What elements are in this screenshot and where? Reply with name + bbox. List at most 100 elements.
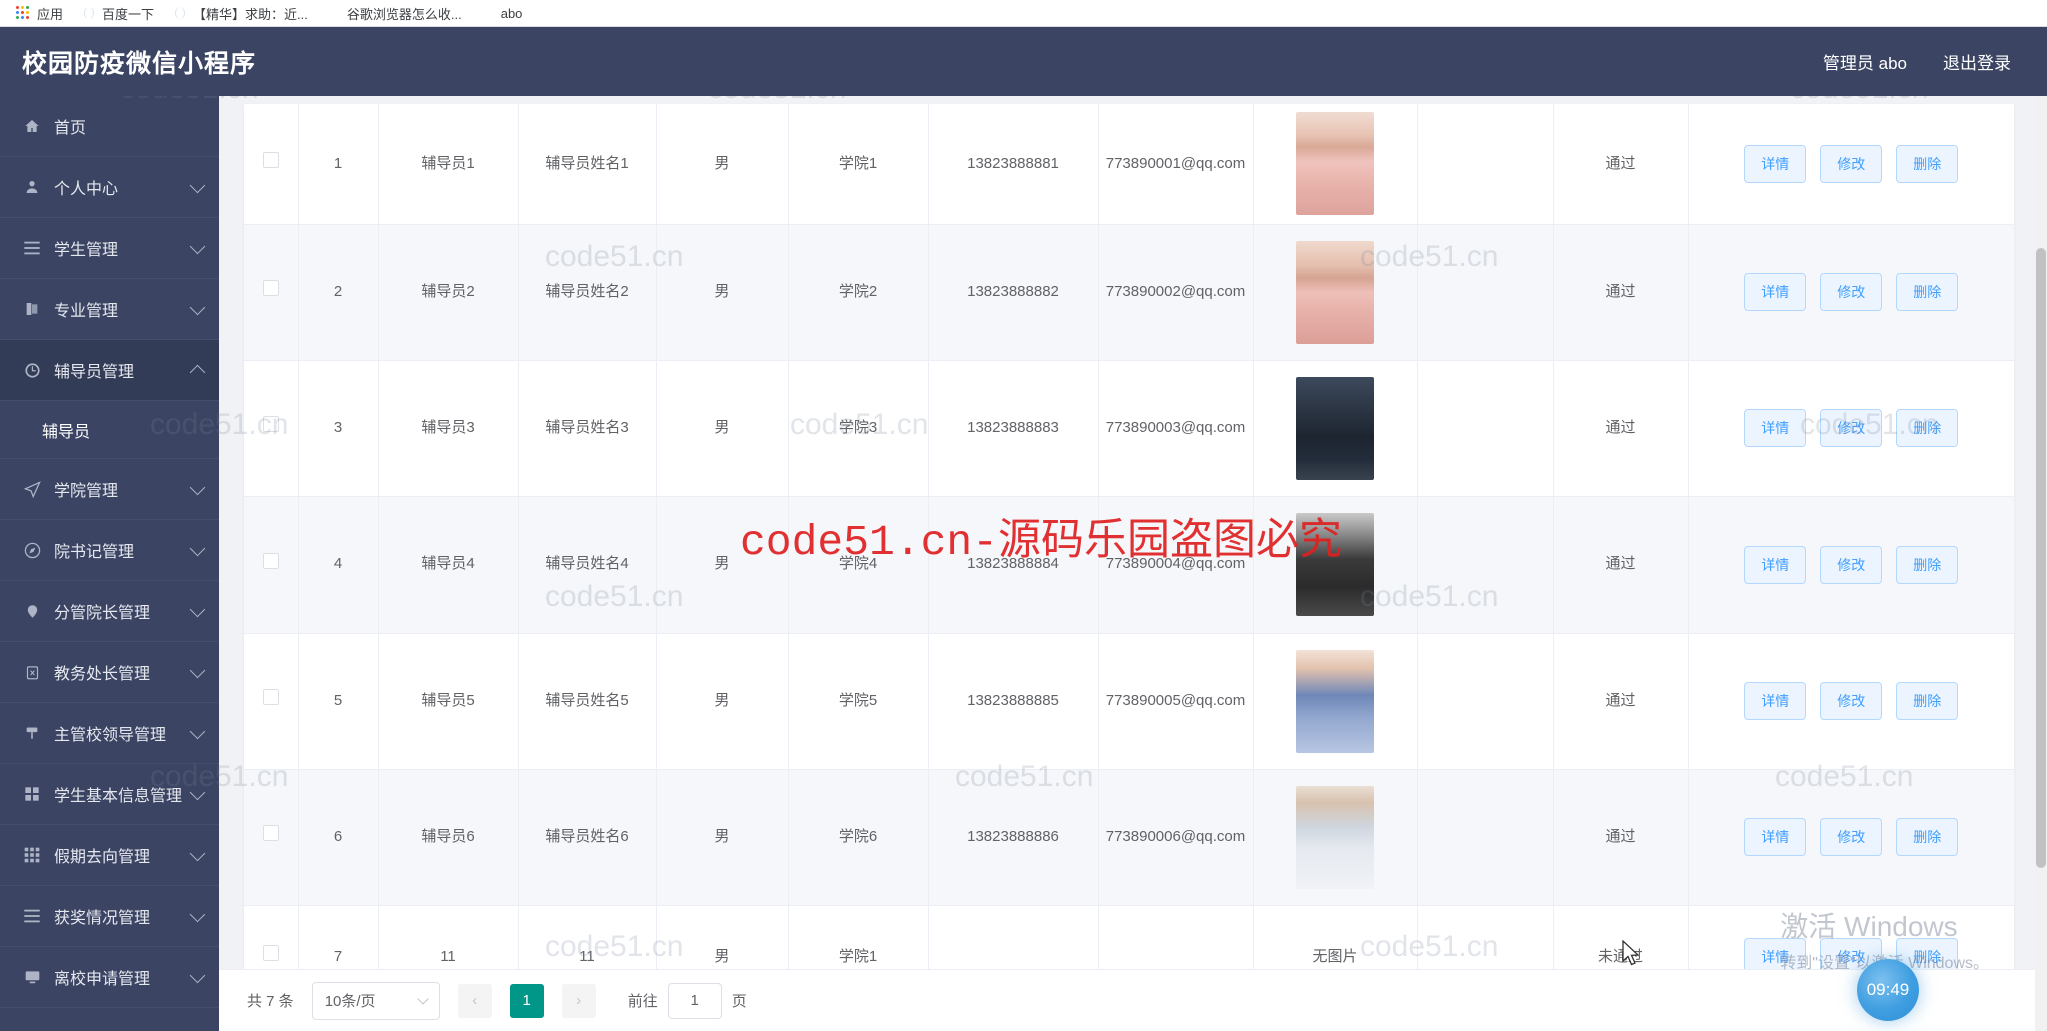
- delete-button[interactable]: 删除: [1896, 273, 1959, 311]
- sidebar-item-major-mgmt[interactable]: 专业管理: [0, 279, 219, 340]
- row-select-cell[interactable]: [244, 769, 299, 906]
- sidebar-item-secretary-mgmt[interactable]: 院书记管理: [0, 520, 219, 581]
- chevron-down-icon: [189, 601, 206, 617]
- row-select-cell[interactable]: [244, 496, 299, 634]
- page-size-select[interactable]: 10条/页: [311, 981, 440, 1020]
- table-row[interactable]: 5 辅导员5 辅导员姓名5 男 学院5 13823888885 77389000…: [244, 633, 2014, 770]
- cell-college: 学院4: [788, 496, 929, 634]
- cell-email: 773890001@qq.com: [1098, 104, 1254, 225]
- detail-button[interactable]: 详情: [1744, 273, 1807, 311]
- page-number-1[interactable]: 1: [509, 983, 544, 1018]
- sidebar-item-holiday-destination-mgmt[interactable]: 假期去向管理: [0, 825, 219, 886]
- cell-phone: 13823888883: [928, 360, 1099, 497]
- delete-button[interactable]: 删除: [1896, 144, 1959, 183]
- header-actions: 管理员 abo 退出登录: [1823, 49, 2011, 74]
- sidebar-nav[interactable]: 首页 个人中心 学生管理 专业管理 辅导员管理 辅导员 学院管理 院书记管理 分…: [0, 96, 219, 1031]
- scrollbar-thumb[interactable]: [2036, 248, 2046, 868]
- sidebar-item-home[interactable]: 首页: [0, 96, 219, 157]
- row-checkbox[interactable]: [262, 552, 279, 569]
- chevron-down-icon: [189, 967, 206, 983]
- row-select-cell[interactable]: [244, 360, 299, 497]
- sidebar-item-label: 获奖情况管理: [54, 910, 151, 927]
- sidebar-item-student-mgmt[interactable]: 学生管理: [0, 218, 219, 279]
- sidebar-item-academic-director-mgmt[interactable]: 教务处长管理: [0, 642, 219, 703]
- detail-button[interactable]: 详情: [1744, 545, 1807, 584]
- detail-button[interactable]: 详情: [1744, 682, 1807, 720]
- delete-button[interactable]: 删除: [1896, 545, 1959, 584]
- row-checkbox[interactable]: [262, 152, 279, 168]
- status-badge: 通过: [1553, 633, 1689, 770]
- sidebar-item-leave-school-application-mgmt[interactable]: 离校申请管理: [0, 947, 219, 1008]
- cell-id: 2: [298, 224, 379, 361]
- row-select-cell[interactable]: [244, 633, 299, 770]
- next-page-button[interactable]: ›: [561, 983, 596, 1018]
- cell-email: 773890003@qq.com: [1098, 360, 1254, 497]
- edit-button[interactable]: 修改: [1820, 409, 1883, 447]
- bookmark-apps[interactable]: 应用: [8, 2, 71, 25]
- cell-id: 3: [298, 360, 379, 497]
- sidebar-subitem-counselor[interactable]: 辅导员: [0, 401, 219, 459]
- home-icon: [22, 117, 42, 135]
- sidebar-item-vice-dean-mgmt[interactable]: 分管院长管理: [0, 581, 219, 642]
- app-title: 校园防疫微信小程序: [22, 49, 257, 78]
- edit-button[interactable]: 修改: [1820, 545, 1883, 584]
- delete-button[interactable]: 删除: [1896, 818, 1959, 856]
- table-row[interactable]: 4 辅导员4 辅导员姓名4 男 学院4 13823888884 77389000…: [244, 496, 2014, 634]
- edit-button[interactable]: 修改: [1820, 273, 1883, 311]
- sidebar-item-award-mgmt[interactable]: 获奖情况管理: [0, 886, 219, 947]
- cell-blank: [1417, 224, 1554, 361]
- compass-icon: [22, 541, 42, 559]
- row-checkbox[interactable]: [262, 945, 279, 962]
- cell-phone: 13823888886: [928, 769, 1099, 906]
- sidebar-item-personal-center[interactable]: 个人中心: [0, 157, 219, 218]
- cell-phone: 13823888885: [928, 633, 1099, 770]
- edit-button[interactable]: 修改: [1820, 818, 1883, 856]
- row-checkbox[interactable]: [262, 689, 279, 706]
- bookmark-jinghua[interactable]: 【精华】求助：近...: [164, 2, 316, 25]
- page-jump-input[interactable]: [667, 982, 722, 1019]
- sidebar-item-label: 假期去向管理: [54, 849, 151, 866]
- sidebar-item-school-leader-mgmt[interactable]: 主管校领导管理: [0, 703, 219, 764]
- edit-button[interactable]: 修改: [1820, 144, 1883, 183]
- cell-operations: 详情 修改 删除: [1688, 496, 2014, 634]
- cell-photo: [1253, 769, 1418, 906]
- detail-button[interactable]: 详情: [1744, 409, 1807, 447]
- detail-button[interactable]: 详情: [1744, 818, 1807, 856]
- edit-button[interactable]: 修改: [1820, 682, 1883, 720]
- row-checkbox[interactable]: [262, 280, 279, 297]
- counselor-table-body: 1 辅导员1 辅导员姓名1 男 学院1 13823888881 77389000…: [244, 104, 2014, 1010]
- pin-icon: [22, 724, 42, 742]
- sidebar-item-label: 辅导员管理: [54, 364, 135, 381]
- table-row[interactable]: 6 辅导员6 辅导员姓名6 男 学院6 13823888886 77389000…: [244, 769, 2014, 906]
- row-select-cell[interactable]: [244, 104, 299, 225]
- vertical-scrollbar[interactable]: [2035, 96, 2047, 1031]
- prev-page-button[interactable]: ‹: [457, 983, 492, 1018]
- delete-button[interactable]: 删除: [1896, 409, 1959, 447]
- row-checkbox[interactable]: [262, 825, 279, 842]
- page-unit-label: 页: [731, 993, 747, 1010]
- logout-button[interactable]: 退出登录: [1943, 49, 2011, 74]
- monitor-icon: [22, 968, 42, 986]
- app-header: 校园防疫微信小程序 管理员 abo 退出登录: [0, 27, 2047, 96]
- table-row[interactable]: 1 辅导员1 辅导员姓名1 男 学院1 13823888881 77389000…: [244, 104, 2014, 225]
- sidebar-item-label: 首页: [54, 120, 87, 137]
- sidebar-item-student-basic-info-mgmt[interactable]: 学生基本信息管理: [0, 764, 219, 825]
- status-badge: 通过: [1553, 496, 1689, 634]
- table-row[interactable]: 2 辅导员2 辅导员姓名2 男 学院2 13823888882 77389000…: [244, 224, 2014, 361]
- row-select-cell[interactable]: [244, 224, 299, 361]
- cell-name: 辅导员姓名6: [518, 769, 657, 906]
- bookmark-folder-abo[interactable]: abo: [472, 4, 531, 23]
- delete-button[interactable]: 删除: [1896, 682, 1959, 720]
- row-checkbox[interactable]: [262, 416, 279, 433]
- page-size-value: 10条/页: [324, 993, 376, 1010]
- bookmark-chrome-tip[interactable]: 谷歌浏览器怎么收...: [318, 2, 470, 25]
- cell-blank: [1417, 769, 1554, 906]
- sidebar-item-label: 学生基本信息管理: [54, 788, 183, 805]
- table-row[interactable]: 3 辅导员3 辅导员姓名3 男 学院3 13823888883 77389000…: [244, 360, 2014, 497]
- status-badge: 通过: [1553, 769, 1689, 906]
- bookmark-baidu[interactable]: 百度一下: [73, 2, 162, 25]
- detail-button[interactable]: 详情: [1744, 144, 1807, 183]
- sidebar-item-counselor-mgmt[interactable]: 辅导员管理: [0, 340, 219, 401]
- cell-blank: [1417, 496, 1554, 634]
- sidebar-item-college-mgmt[interactable]: 学院管理: [0, 459, 219, 520]
